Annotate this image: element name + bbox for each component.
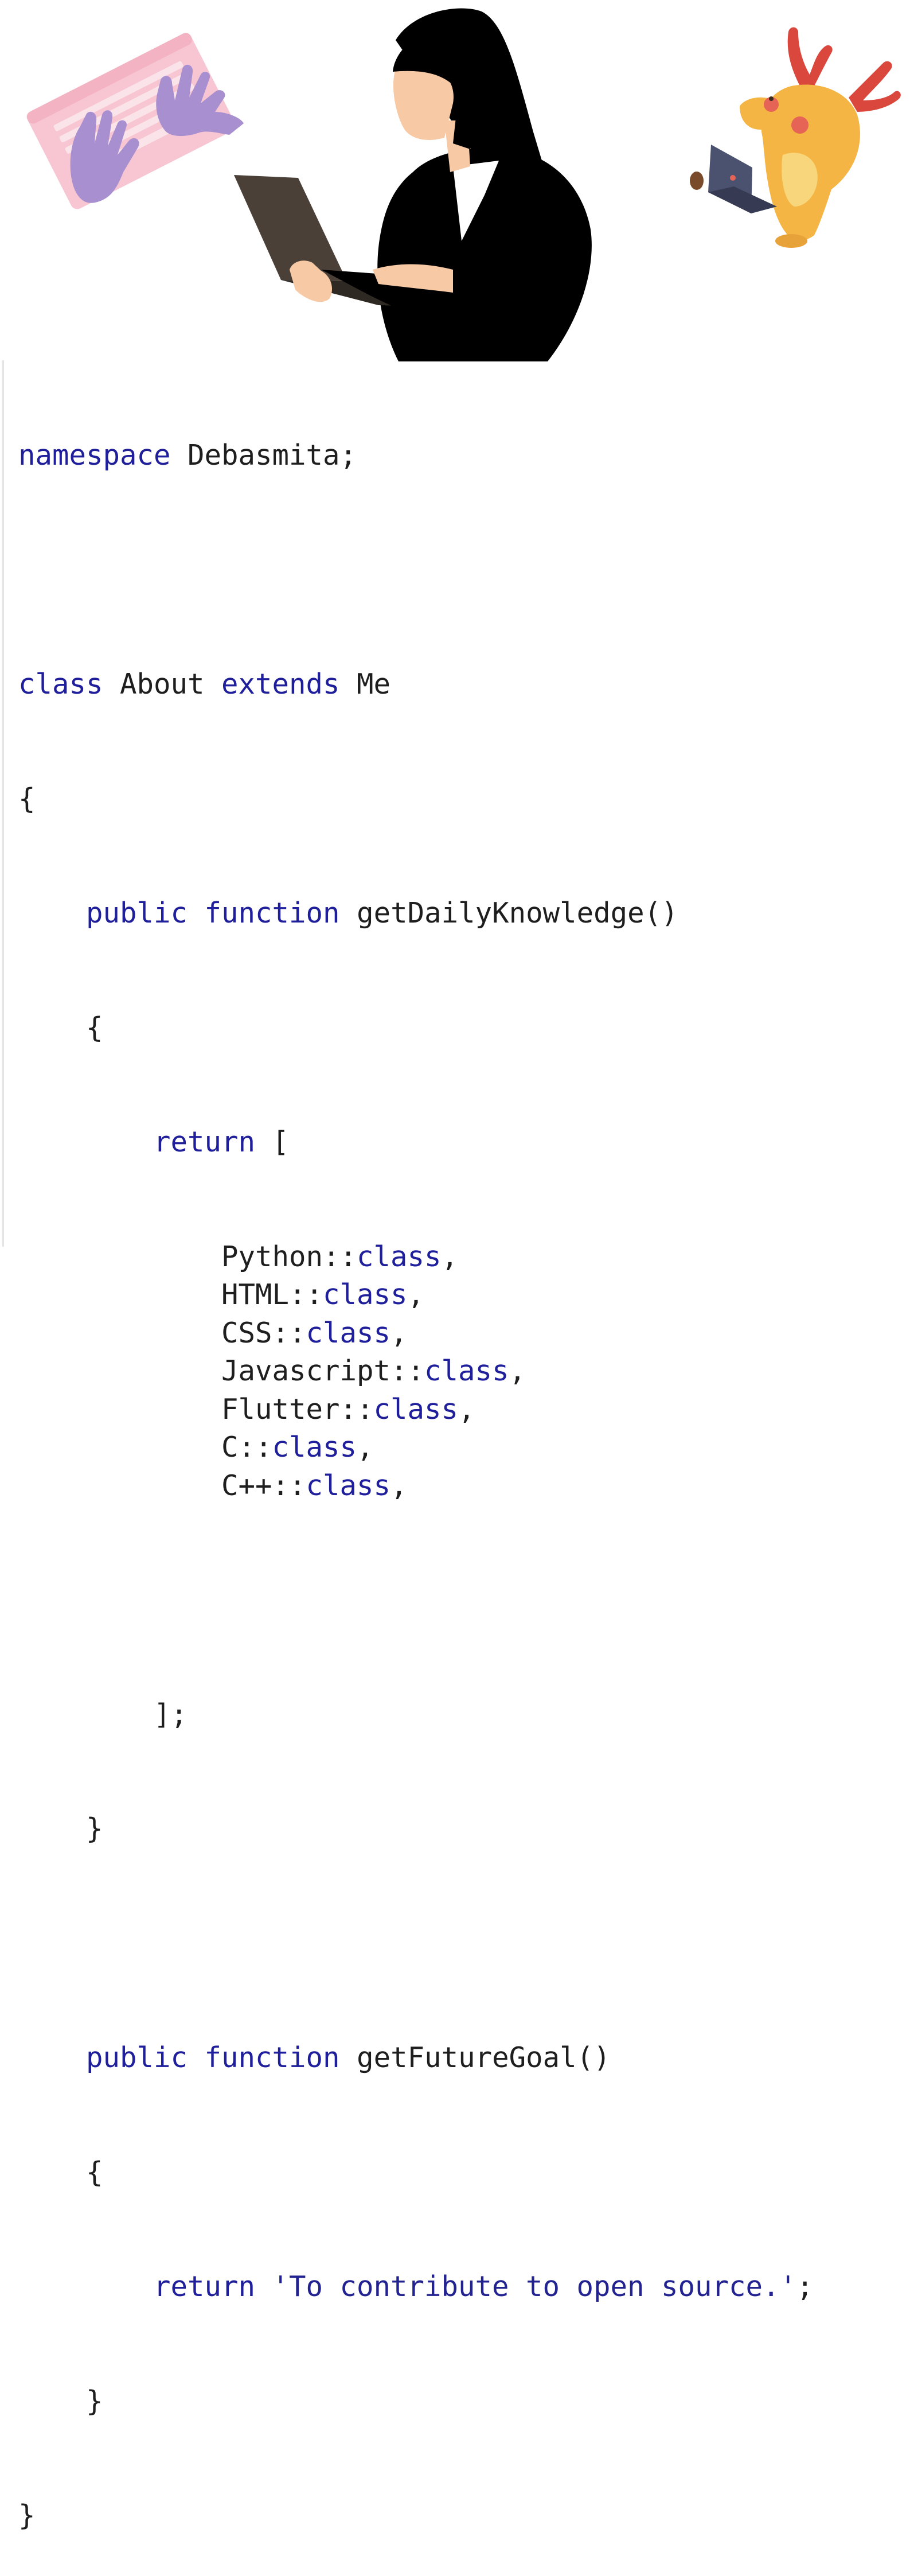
knowledge-item-name: C:: [221, 1431, 272, 1464]
code-text: namespace Debasmita; class About extends… [18, 360, 814, 2576]
knowledge-item-line: C::class, [18, 1429, 814, 1467]
code-line-array-close: ]; [18, 1696, 814, 1734]
function-keyword: function [204, 2041, 340, 2074]
code-line-goal-return: return 'To contribute to open source.'; [18, 2268, 814, 2306]
class-keyword: class [306, 1316, 391, 1349]
knowledge-item-line: HTML::class, [18, 1276, 814, 1314]
code-line-namespace: namespace Debasmita; [18, 437, 814, 475]
code-line-method1: public function getDailyKnowledge() [18, 894, 814, 933]
hands-on-keyboard-illustration [26, 33, 244, 209]
semicolon: ; [796, 2270, 814, 2303]
deer-mascot-with-laptop-illustration [690, 27, 901, 248]
public-keyword: public [86, 2041, 188, 2074]
code-line-class-close: } [18, 2497, 814, 2535]
return-keyword: return [154, 2270, 256, 2303]
code-line-return: return [ [18, 1123, 814, 1162]
class-keyword: class [424, 1355, 509, 1387]
extends-keyword: extends [221, 668, 340, 701]
knowledge-item-name: C++:: [221, 1469, 306, 1502]
code-line-class-open: { [18, 780, 814, 819]
comma: , [458, 1392, 475, 1426]
brace-close: } [18, 2499, 36, 2532]
woman-with-laptop-illustration [234, 8, 592, 361]
namespace-keyword: namespace [18, 439, 171, 472]
knowledge-item-line: C++::class, [18, 1467, 814, 1505]
method-name-daily-knowledge: getDailyKnowledge() [339, 897, 678, 929]
class-keyword: class [306, 1469, 391, 1502]
class-keyword: class [357, 1240, 442, 1273]
class-keyword: class [18, 668, 103, 701]
class-keyword: class [272, 1431, 357, 1464]
code-line-method2-close: } [18, 2383, 814, 2421]
code-line-method2-open: { [18, 2154, 814, 2192]
array-open: [ [255, 1126, 290, 1158]
code-line-method2: public function getFutureGoal() [18, 2039, 814, 2077]
comma: , [357, 1431, 374, 1464]
knowledge-item-name: CSS:: [221, 1316, 306, 1349]
knowledge-item-name: Javascript:: [221, 1355, 425, 1387]
method-name-future-goal: getFutureGoal() [339, 2041, 611, 2074]
function-keyword: function [204, 897, 340, 929]
knowledge-item-name: HTML:: [221, 1278, 323, 1311]
parent-class-name: Me [339, 668, 391, 701]
knowledge-item-line: Javascript::class, [18, 1352, 814, 1391]
brace-close: } [86, 1812, 103, 1845]
knowledge-item-name: Python:: [221, 1240, 357, 1273]
class-keyword: class [323, 1278, 408, 1311]
comma: , [390, 1316, 408, 1349]
code-gutter-rule [2, 360, 4, 1247]
knowledge-item-line: CSS::class, [18, 1314, 814, 1353]
code-line-method1-open: { [18, 1009, 814, 1048]
brace-open: { [86, 2155, 103, 2189]
class-keyword: class [373, 1392, 459, 1426]
knowledge-items: Python::class, HTML::class, CSS::class, … [18, 1238, 814, 1505]
class-name: About [103, 668, 222, 701]
public-keyword: public [86, 897, 188, 929]
brace-close: } [86, 2384, 103, 2418]
brace-open: { [18, 782, 36, 815]
namespace-name: Debasmita; [170, 439, 357, 472]
array-close: ]; [154, 1698, 188, 1731]
knowledge-item-line: Flutter::class, [18, 1391, 814, 1429]
comma: , [509, 1355, 526, 1387]
comma: , [390, 1469, 408, 1502]
code-line-class: class About extends Me [18, 666, 814, 704]
return-keyword: return [154, 1126, 256, 1158]
header-illustrations [26, 8, 901, 361]
goal-string: 'To contribute to open source.' [255, 2270, 797, 2303]
code-line-method1-close: } [18, 1810, 814, 1849]
knowledge-item-name: Flutter:: [221, 1392, 374, 1426]
code-block: namespace Debasmita; class About extends… [0, 360, 910, 2532]
comma: , [441, 1240, 459, 1273]
comma: , [407, 1278, 425, 1311]
brace-open: { [86, 1011, 103, 1044]
knowledge-item-line: Python::class, [18, 1238, 814, 1277]
